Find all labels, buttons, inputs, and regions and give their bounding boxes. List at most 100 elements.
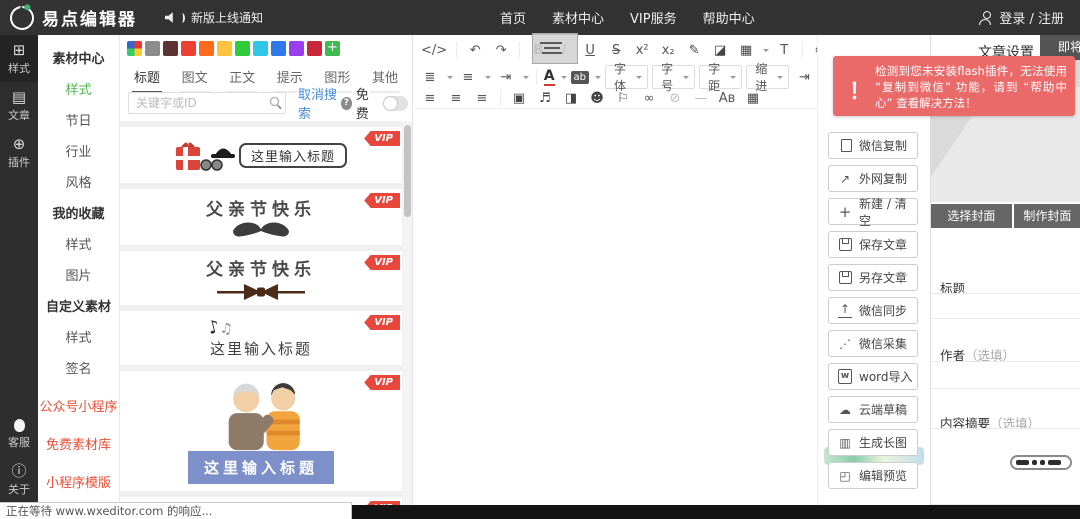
font-color-icon[interactable]: A [543, 68, 555, 86]
sidebar-item-industry[interactable]: 行业 [38, 141, 119, 160]
app-logo[interactable]: 易点编辑器 [7, 2, 137, 33]
scrollbar-thumb[interactable] [404, 125, 411, 217]
superscript-icon[interactable]: x² [631, 40, 653, 60]
template-card[interactable]: VIP ♪♫ 这里输入标题 [120, 311, 402, 365]
background-color-icon[interactable]: ab [570, 70, 590, 84]
add-color-button[interactable]: + [325, 41, 340, 56]
clear-format-icon[interactable]: ◪ [709, 40, 731, 60]
nav-help-center[interactable]: 帮助中心 [703, 8, 755, 27]
swatch-orange[interactable] [199, 41, 214, 56]
map-icon[interactable]: ⚐ [612, 88, 634, 108]
horizontal-rule-icon[interactable]: — [690, 88, 712, 108]
title-field[interactable] [931, 293, 1080, 319]
swatch-blue[interactable] [271, 41, 286, 56]
chevron-down-icon[interactable] [485, 75, 491, 82]
wechat-sync-button[interactable]: ↑ 微信同步 [828, 297, 918, 324]
swatch-yellow[interactable] [217, 41, 232, 56]
nav-home[interactable]: 首页 [500, 8, 526, 27]
rail-item-plugins[interactable]: ⊕ 插件 [0, 129, 38, 176]
swatch-crimson[interactable] [307, 41, 322, 56]
swatch-cyan[interactable] [253, 41, 268, 56]
redo-icon[interactable]: ↷ [490, 40, 512, 60]
rail-item-about[interactable]: ⓘ 关于 [0, 456, 38, 503]
font-family-select[interactable]: 字体 [605, 62, 649, 93]
sidebar-link-miniprogram[interactable]: 公众号小程序 [38, 396, 119, 415]
help-icon[interactable]: ? [340, 96, 352, 110]
swatch-green[interactable] [235, 41, 250, 56]
flash-plugin-alert[interactable]: ！ 检测到您未安装flash插件，无法使用 “复制到微信” 功能，请到 “帮助中… [833, 56, 1075, 116]
indent-icon[interactable]: ⇥ [495, 67, 517, 87]
make-cover-button[interactable]: 制作封面 [1013, 204, 1080, 228]
sidebar-item-signature[interactable]: 签名 [38, 358, 119, 377]
template-card[interactable]: VIP 这里输入标题 [120, 127, 402, 183]
word-import-button[interactable]: w word导入 [828, 363, 918, 390]
align-left-icon[interactable]: ≡ [419, 88, 441, 108]
swatch-gray[interactable] [145, 41, 160, 56]
wechat-copy-button[interactable]: 微信复制 [828, 132, 918, 159]
cloud-draft-button[interactable]: ☁ 云端草稿 [828, 396, 918, 423]
save-article-button[interactable]: 保存文章 [828, 231, 918, 258]
long-image-button[interactable]: ▥ 生成长图 [828, 429, 918, 456]
nav-vip-service[interactable]: VIP服务 [630, 8, 677, 27]
sidebar-item-style-genre[interactable]: 风格 [38, 172, 119, 191]
save-as-article-button[interactable]: 另存文章 [828, 264, 918, 291]
insert-indent-icon[interactable]: ⇥ [793, 67, 815, 87]
template-card[interactable]: VIP 这里输入标题 [120, 371, 402, 491]
sidebar-item-fav-images[interactable]: 图片 [38, 265, 119, 284]
select-cover-button[interactable]: 选择封面 [931, 204, 1012, 228]
table-style-icon[interactable]: ▦ [735, 40, 757, 60]
search-icon[interactable] [270, 97, 279, 106]
emoji-icon[interactable]: ☻ [586, 88, 608, 108]
free-filter-toggle[interactable] [383, 95, 408, 111]
insert-video-icon[interactable]: ◨ [560, 88, 582, 108]
indent-select[interactable]: 缩进 [746, 62, 790, 93]
insert-music-icon[interactable]: ♬ [534, 88, 556, 108]
align-right-icon[interactable]: ≡ [471, 88, 493, 108]
template-card[interactable]: VIP 父亲节快乐 [120, 189, 402, 245]
nav-material-center[interactable]: 素材中心 [552, 8, 604, 27]
rail-item-articles[interactable]: ▤ 文章 [0, 82, 38, 129]
author-field[interactable] [931, 361, 1080, 389]
undo-icon[interactable]: ↶ [464, 40, 486, 60]
underline-icon[interactable]: U [579, 40, 601, 60]
sidebar-item-festival[interactable]: 节日 [38, 110, 119, 129]
chevron-down-icon[interactable] [763, 48, 770, 55]
unlink-icon[interactable]: ⊘ [664, 88, 686, 108]
link-icon[interactable]: ∞ [638, 88, 660, 108]
chevron-down-icon[interactable] [560, 75, 567, 82]
format-brush-icon[interactable]: ✎ [683, 40, 705, 60]
letter-case-icon[interactable]: Aʙ [716, 88, 738, 108]
align-center-icon[interactable]: ≡ [445, 88, 467, 108]
sidebar-link-free-library[interactable]: 免费素材库 [38, 434, 119, 453]
release-notice[interactable]: 新版上线通知 [165, 9, 263, 26]
rail-item-styles[interactable]: ⊞ 样式 [0, 35, 38, 82]
tab-body[interactable]: 正文 [227, 61, 258, 93]
cancel-search-link[interactable]: 取消搜索 [298, 84, 341, 122]
external-copy-button[interactable]: ↗ 外网复制 [828, 165, 918, 192]
chevron-down-icon[interactable] [447, 75, 453, 82]
search-input[interactable] [128, 92, 286, 114]
wechat-collect-button[interactable]: ⋰ 微信采集 [828, 330, 918, 357]
line-height-icon[interactable]: ≣ [419, 67, 441, 87]
chevron-down-icon[interactable] [595, 75, 602, 82]
swatch-purple[interactable] [289, 41, 304, 56]
sidebar-link-mp-template[interactable]: 小程序模版 [38, 472, 119, 491]
font-size-select[interactable]: 字号 [652, 62, 696, 93]
subscript-icon[interactable]: x₂ [657, 40, 679, 60]
swatch-rainbow[interactable] [127, 41, 142, 56]
insert-table-icon[interactable]: ▦ [742, 88, 764, 108]
sidebar-item-fav-styles[interactable]: 样式 [38, 234, 119, 253]
swatch-brown[interactable] [163, 41, 178, 56]
login-register[interactable]: 登录 / 注册 [979, 0, 1064, 35]
new-clear-button[interactable]: + 新建 / 清空 [828, 197, 918, 228]
template-card[interactable]: VIP 父亲节快乐 [120, 251, 402, 305]
rail-item-support[interactable]: 客服 [0, 412, 38, 456]
paragraph-spacing-icon[interactable]: ≡ [457, 67, 479, 87]
tab-image-text[interactable]: 图文 [179, 61, 210, 93]
tab-title[interactable]: 标题 [132, 61, 163, 93]
sidebar-item-styles[interactable]: 样式 [38, 79, 119, 98]
insert-image-icon[interactable]: ▣ [508, 88, 530, 108]
chevron-down-icon[interactable] [523, 75, 529, 82]
source-code-icon[interactable]: </> [419, 40, 449, 60]
remove-format-icon[interactable]: T [773, 40, 795, 60]
